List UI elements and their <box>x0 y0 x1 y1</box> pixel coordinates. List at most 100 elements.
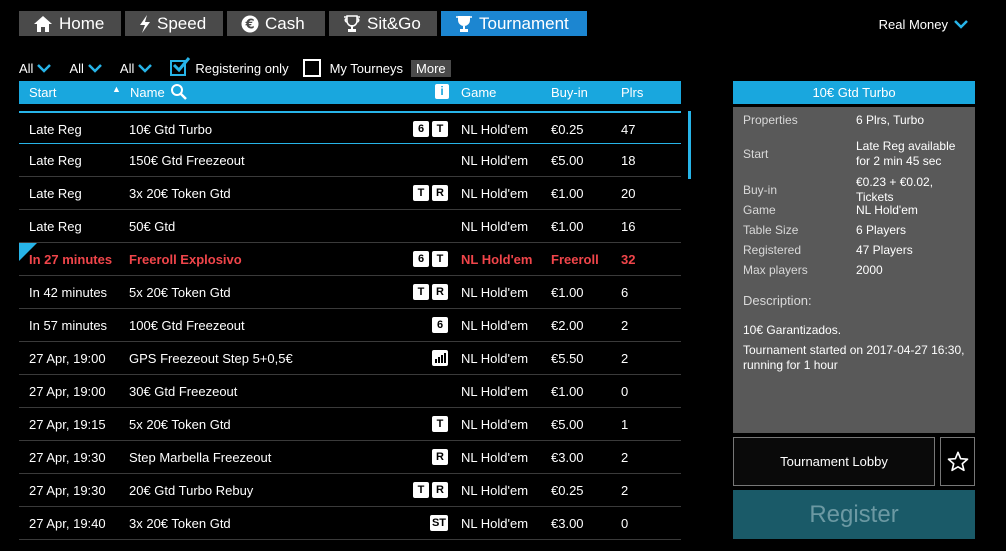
table-row[interactable]: Late Reg 150€ Gtd Freezeout NL Hold'em €5.0… <box>19 144 681 177</box>
cell-buyin: €1.00 <box>551 186 584 201</box>
turbo-badge: T <box>432 251 448 267</box>
cell-plrs: 2 <box>621 450 629 465</box>
cell-start: 27 Apr, 19:30 <box>29 483 106 498</box>
rebuy-badge: R <box>432 284 448 300</box>
cup-icon <box>455 15 473 33</box>
tournament-lobby-button[interactable]: Tournament Lobby <box>733 437 935 486</box>
cell-plrs: 47 <box>621 122 636 137</box>
tab-sitgo[interactable]: Sit&Go <box>329 11 437 36</box>
turbo-badge: T <box>413 284 429 300</box>
badge-group: R <box>432 449 448 465</box>
column-buyin[interactable]: Buy-in <box>551 85 588 100</box>
description-heading: Description: <box>743 293 812 308</box>
cell-name: Step Marbella Freezeout <box>129 450 272 465</box>
cell-game: NL Hold'em <box>461 186 529 201</box>
filter-dropdown-3[interactable]: All <box>119 60 153 76</box>
cell-buyin: €0.25 <box>551 483 584 498</box>
table-row[interactable]: 27 Apr, 19:00 30€ Gtd Freezeout NL Hold'em… <box>19 375 681 408</box>
registering-only-checkbox[interactable] <box>170 57 191 76</box>
filter-bar: All All All Registering only My Tourneys… <box>19 57 451 77</box>
rebuy-badge: R <box>432 449 448 465</box>
table-row[interactable]: In 57 minutes 100€ Gtd Freezeout NL Hold'e… <box>19 309 681 342</box>
filter-label: All <box>119 60 135 76</box>
rebuy-badge: R <box>432 482 448 498</box>
my-tourneys-label: My Tourneys <box>329 60 404 76</box>
table-row[interactable]: In 27 minutes Freeroll Explosivo NL Hold'e… <box>19 243 681 276</box>
tournament-list: Late Reg 10€ Gtd Turbo NL Hold'em €0.25 47 6 T… <box>19 111 681 540</box>
info-icon[interactable]: i <box>435 84 449 99</box>
cell-name: 5x 20€ Token Gtd <box>129 417 231 432</box>
scrollbar[interactable] <box>688 111 691 179</box>
steps-badge <box>432 350 448 366</box>
tab-cash[interactable]: € Cash <box>227 11 325 36</box>
cell-start: 27 Apr, 19:00 <box>29 351 106 366</box>
cell-buyin: €0.25 <box>551 122 584 137</box>
cell-name: GPS Freezeout Step 5+0,5€ <box>129 351 293 366</box>
property-value: Late Reg available for 2 min 45 sec <box>856 139 956 168</box>
cell-buyin: €5.50 <box>551 351 584 366</box>
filter-dropdown-1[interactable]: All <box>19 60 52 76</box>
table-row[interactable]: Late Reg 50€ Gtd NL Hold'em €1.00 16 <box>19 210 681 243</box>
cell-start: 27 Apr, 19:30 <box>29 450 106 465</box>
badge-group: T <box>432 416 448 432</box>
badge-group: ST <box>429 515 448 531</box>
cell-game: NL Hold'em <box>461 450 529 465</box>
table-row[interactable]: In 42 minutes 5x 20€ Token Gtd NL Hold'em €… <box>19 276 681 309</box>
description-status: Tournament started on 2017-04-27 16:30, … <box>743 343 965 372</box>
rebuy-badge: R <box>432 185 448 201</box>
cell-game: NL Hold'em <box>461 483 529 498</box>
table-row[interactable]: Late Reg 3x 20€ Token Gtd NL Hold'em €1.00 2… <box>19 177 681 210</box>
cell-plrs: 2 <box>621 351 629 366</box>
my-tourneys-checkbox[interactable] <box>302 59 321 77</box>
chevron-down-icon <box>954 20 968 29</box>
filter-label: All <box>19 60 34 76</box>
table-row[interactable]: 27 Apr, 19:00 GPS Freezeout Step 5+0,5€ NL… <box>19 342 681 375</box>
currency-dropdown[interactable]: Real Money <box>879 17 968 32</box>
table-row[interactable]: 27 Apr, 19:40 3x 20€ Token Gtd NL Hold'em €… <box>19 507 681 540</box>
cell-game: NL Hold'em <box>461 122 529 137</box>
cell-game: NL Hold'em <box>461 285 529 300</box>
table-row[interactable]: 27 Apr, 19:30 20€ Gtd Turbo Rebuy NL Hold'… <box>19 474 681 507</box>
cell-plrs: 18 <box>621 153 636 168</box>
details-title: 10€ Gtd Turbo <box>733 81 975 104</box>
turbo-badge: T <box>413 185 429 201</box>
tab-home[interactable]: Home <box>19 11 121 36</box>
svg-text:€: € <box>244 17 254 32</box>
home-icon <box>33 15 53 33</box>
column-game[interactable]: Game <box>461 85 496 100</box>
column-plrs[interactable]: Plrs <box>621 85 643 100</box>
cell-start: In 42 minutes <box>29 285 108 300</box>
tab-label: Cash <box>265 13 305 33</box>
more-button[interactable]: More <box>411 59 451 77</box>
badge-group: 6T <box>413 121 448 137</box>
cell-name: 150€ Gtd Freezeout <box>129 153 245 168</box>
column-start[interactable]: Start <box>29 85 56 100</box>
cell-start: In 57 minutes <box>29 318 108 333</box>
property-label: Properties <box>743 113 798 127</box>
register-button[interactable]: Register <box>733 490 975 539</box>
property-value: 47 Players <box>856 243 913 257</box>
badge-group: TR <box>413 482 448 498</box>
cell-plrs: 2 <box>621 318 629 333</box>
six-max-badge: 6 <box>413 121 429 137</box>
tab-speed[interactable]: Speed <box>125 11 223 36</box>
chevron-down-icon <box>88 63 102 73</box>
table-row[interactable]: Late Reg 10€ Gtd Turbo NL Hold'em €0.25 47 6 T <box>19 111 681 144</box>
cell-game: NL Hold'em <box>461 252 533 267</box>
cell-start: Late Reg <box>29 122 82 137</box>
tab-tournament[interactable]: Tournament <box>441 11 587 36</box>
table-row[interactable]: 27 Apr, 19:15 5x 20€ Token Gtd NL Hold'em €… <box>19 408 681 441</box>
column-name[interactable]: Name <box>130 85 165 100</box>
tab-label: Tournament <box>479 13 569 33</box>
filter-dropdown-2[interactable]: All <box>69 60 102 76</box>
property-value: 2000 <box>856 263 883 277</box>
badge-group: 6T <box>413 251 448 267</box>
cell-start: 27 Apr, 19:00 <box>29 384 106 399</box>
cell-buyin: €3.00 <box>551 516 584 531</box>
table-row[interactable]: 27 Apr, 19:30 Step Marbella Freezeout NL H… <box>19 441 681 474</box>
cell-game: NL Hold'em <box>461 318 529 333</box>
search-icon[interactable] <box>170 83 188 104</box>
filter-label: All <box>69 60 84 76</box>
cell-start: Late Reg <box>29 186 82 201</box>
favorite-button[interactable] <box>940 437 975 486</box>
